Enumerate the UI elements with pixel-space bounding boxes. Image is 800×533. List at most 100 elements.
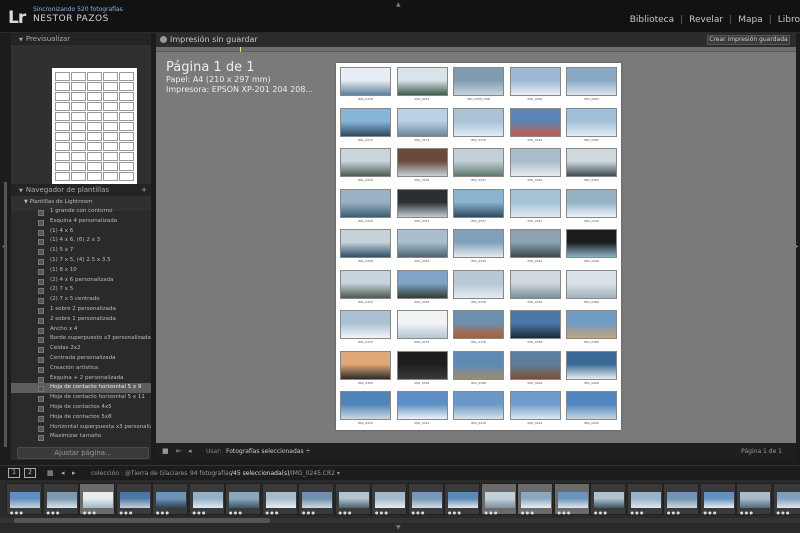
contact-sheet-cell[interactable]: IMG_0305	[565, 147, 618, 188]
contact-sheet-cell[interactable]: IMG_0366	[565, 269, 618, 310]
filmstrip-frame[interactable]: ● ● ●	[772, 483, 800, 515]
filmstrip-frame[interactable]: ● ● ●	[626, 483, 663, 515]
filmstrip-frame[interactable]: ● ● ●	[407, 483, 444, 515]
contact-sheet-cell[interactable]: IMG_0406	[565, 350, 618, 391]
photo-thumbnail[interactable]	[396, 310, 448, 339]
contact-sheet-cell[interactable]: IMG_0274	[396, 107, 449, 148]
contact-sheet-cell[interactable]: IMG_0414	[396, 390, 449, 431]
contact-sheet-cell[interactable]: IMG_0418	[452, 390, 505, 431]
photo-thumbnail[interactable]	[509, 391, 561, 420]
template-item[interactable]: (2) 7 x 5 centrado	[11, 295, 151, 305]
photo-thumbnail[interactable]	[509, 67, 561, 96]
create-saved-print-button[interactable]: Crear impresión guardada	[707, 35, 790, 45]
photo-thumbnail[interactable]	[453, 67, 504, 96]
filmstrip-frame[interactable]: ● ● ●	[553, 483, 590, 515]
contact-sheet-cell[interactable]: IMG_0290	[339, 147, 392, 188]
contact-sheet-cell[interactable]: IMG_0293	[396, 147, 449, 188]
contact-sheet-cell[interactable]: IMG_0386	[565, 309, 618, 350]
template-folder-lightroom[interactable]: ▼ Plantillas de Lightroom	[11, 198, 151, 207]
contact-sheet-cell[interactable]: IMG_0285	[565, 107, 618, 148]
filmstrip-thumbnail[interactable]	[302, 492, 332, 508]
filmstrip-thumbnail[interactable]	[192, 492, 223, 508]
contact-sheet-cell[interactable]: IMG_0410	[339, 390, 392, 431]
template-item[interactable]: 1 grande con contorno	[11, 207, 151, 217]
filmstrip-thumbnail[interactable]	[338, 492, 369, 508]
photo-thumbnail[interactable]	[396, 67, 448, 96]
photo-thumbnail[interactable]	[566, 269, 617, 299]
contact-sheet-cell[interactable]: IMG_0270	[339, 107, 392, 148]
photo-thumbnail[interactable]	[453, 269, 504, 299]
current-file-dropdown[interactable]: /IMG_0245.CR2 ▾	[289, 470, 340, 477]
contact-sheet-cell[interactable]: IMG_0402	[509, 350, 562, 391]
filmstrip-frame[interactable]: ● ● ●	[480, 483, 517, 515]
filmstrip-thumbnail[interactable]	[521, 492, 551, 508]
photo-thumbnail[interactable]	[396, 107, 448, 137]
photo-thumbnail[interactable]	[396, 269, 448, 299]
filmstrip-frame[interactable]: ● ● ●	[334, 483, 371, 515]
module-revelar[interactable]: Revelar	[689, 15, 723, 25]
contact-sheet-cell[interactable]: IMG_0263	[565, 66, 618, 107]
filmstrip-frame[interactable]: ● ● ●	[79, 483, 115, 515]
contact-sheet-cell[interactable]: IMG_0310	[339, 188, 392, 229]
template-item[interactable]: Centrada personalizada	[11, 354, 151, 364]
filmstrip-frame[interactable]: ● ● ●	[261, 483, 298, 515]
filmstrip-thumbnail[interactable]	[83, 492, 113, 508]
photo-thumbnail[interactable]	[453, 391, 504, 420]
add-template-icon[interactable]: +	[141, 184, 147, 196]
photo-thumbnail[interactable]	[566, 229, 617, 258]
filmstrip-thumbnail[interactable]	[10, 492, 40, 508]
filmstrip-frame[interactable]: ● ● ●	[42, 483, 79, 515]
main-window-button[interactable]: 1	[8, 468, 20, 478]
photo-thumbnail[interactable]	[509, 269, 561, 299]
filmstrip-thumbnail[interactable]	[557, 492, 588, 508]
photo-thumbnail[interactable]	[566, 107, 617, 137]
template-item[interactable]: Maximizar tamaño	[11, 432, 151, 442]
photo-thumbnail[interactable]	[340, 310, 391, 339]
contact-sheet-cell[interactable]: IMG_0398	[452, 350, 505, 391]
filmstrip-thumbnail[interactable]	[594, 492, 624, 508]
filmstrip-thumbnail[interactable]	[776, 492, 800, 508]
filmstrip-thumbnail[interactable]	[448, 492, 478, 508]
contact-sheet-cell[interactable]: IMG_0374	[396, 309, 449, 350]
template-item[interactable]: Celdas 2x2	[11, 344, 151, 354]
contact-sheet-cell[interactable]: IMG_0422	[509, 390, 562, 431]
back-arrow-icon[interactable]: ◂	[61, 469, 65, 477]
contact-sheet-cell[interactable]: IMG_0317	[452, 188, 505, 229]
photo-thumbnail[interactable]	[396, 391, 448, 420]
photo-thumbnail[interactable]	[453, 107, 504, 137]
photo-thumbnail[interactable]	[396, 148, 448, 177]
filmstrip-thumbnail[interactable]	[265, 492, 296, 508]
contact-sheet-cell[interactable]: IMG_0378	[452, 309, 505, 350]
contact-sheet-cell[interactable]: IMG_0394	[396, 350, 449, 391]
grid-view-icon[interactable]: ▦	[47, 469, 54, 477]
photo-thumbnail[interactable]	[340, 350, 391, 380]
contact-sheet-cell[interactable]: IMG_0297	[452, 147, 505, 188]
template-item[interactable]: (1) 4 x 6, (6) 2 x 3	[11, 236, 151, 246]
contact-sheet-cell[interactable]: IMG_0313	[396, 188, 449, 229]
photo-thumbnail[interactable]	[509, 148, 561, 177]
contact-sheet-cell[interactable]: IMG_0346	[565, 228, 618, 269]
filmstrip-thumbnail[interactable]	[156, 492, 186, 508]
photo-thumbnail[interactable]	[453, 350, 504, 380]
stop-icon[interactable]: ■	[162, 447, 169, 455]
contact-sheet-cell[interactable]: IMG_0251	[396, 66, 449, 107]
contact-sheet-cell[interactable]: IMG_0278	[452, 107, 505, 148]
photo-thumbnail[interactable]	[566, 188, 617, 218]
module-biblioteca[interactable]: Biblioteca	[630, 15, 674, 25]
filmstrip-thumbnail[interactable]	[46, 492, 77, 508]
contact-sheet-cell[interactable]: IMG_0301	[509, 147, 562, 188]
template-item[interactable]: (1) 4 x 6	[11, 227, 151, 237]
filmstrip-scrollbar[interactable]	[14, 518, 270, 523]
contact-sheet-cell[interactable]: IMG_0342	[509, 228, 562, 269]
filmstrip-frame[interactable]: ● ● ●	[517, 483, 553, 515]
photo-thumbnail[interactable]	[509, 310, 561, 339]
contact-sheet-cell[interactable]: IMG_0382	[509, 309, 562, 350]
contact-sheet-cell[interactable]: IMG_0330	[339, 228, 392, 269]
contact-sheet-cell[interactable]: IMG_0260	[509, 66, 562, 107]
photo-thumbnail[interactable]	[566, 148, 617, 177]
filmstrip-thumbnail[interactable]	[703, 492, 734, 508]
contact-sheet-cell[interactable]: IMG_0426	[565, 390, 618, 431]
filmstrip-thumbnail[interactable]	[375, 492, 405, 508]
photo-thumbnail[interactable]	[340, 188, 391, 218]
filmstrip-thumbnail[interactable]	[630, 492, 661, 508]
